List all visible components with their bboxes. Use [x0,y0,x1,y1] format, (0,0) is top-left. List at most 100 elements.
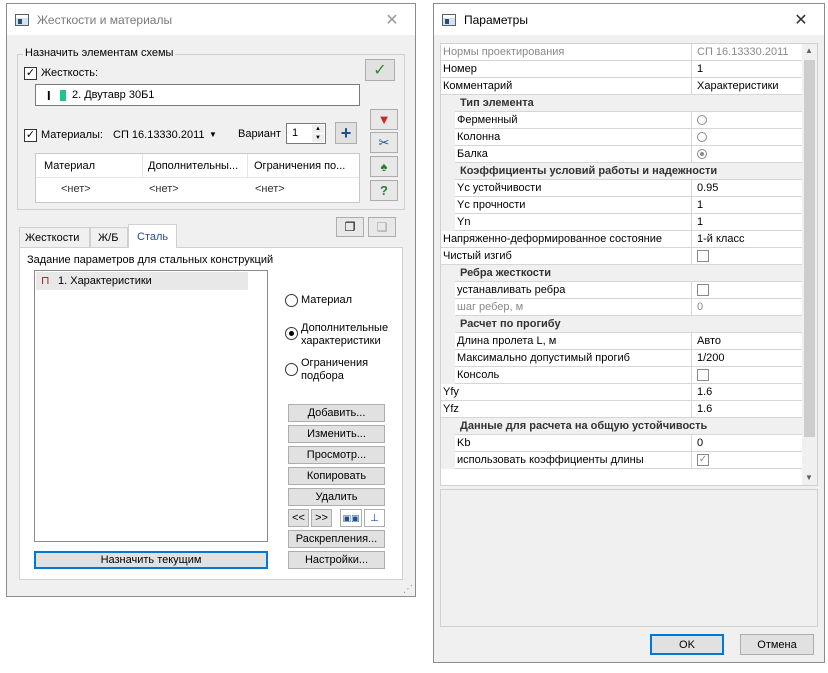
property-value[interactable]: 1/200 [697,352,725,364]
property-row[interactable]: Максимально допустимый прогиб 1/200 [441,350,803,367]
scrollbar-thumb[interactable] [804,60,815,437]
scroll-up-icon[interactable]: ▲ [805,46,813,55]
fastenings-button[interactable]: Раскрепления... [288,530,385,548]
table-header-limits[interactable]: Ограничения по... [254,160,345,172]
variant-spinner[interactable]: 1 ▲ ▼ [286,123,326,144]
delete-button[interactable]: Удалить [288,488,385,506]
resize-grip-icon[interactable]: ⋰ [403,584,413,595]
property-row[interactable]: Номер 1 [441,61,803,78]
add-material-button[interactable]: + [335,122,357,144]
filter-button[interactable]: ▼ [370,109,398,130]
property-row[interactable]: Kb 0 [441,435,803,452]
property-value[interactable]: 1 [697,63,703,75]
stiffness-field[interactable]: I 2. Двутавр 30Б1 [35,84,360,106]
plus-icon: + [340,123,352,143]
close-icon[interactable]: ✕ [369,4,415,35]
cancel-button[interactable]: Отмена [740,634,814,655]
close-icon[interactable]: ✕ [778,4,824,35]
property-value[interactable]: 1 [697,199,703,211]
radio-additional-characteristics[interactable] [285,327,298,340]
characteristics-list[interactable]: ⊓ 1. Характеристики [34,270,268,542]
radio-additional-label[interactable]: Дополнительные характеристики [301,322,401,348]
property-value[interactable]: Авто [697,335,721,347]
stiffness-checkbox[interactable]: ✓ [24,67,37,80]
table-header-additional[interactable]: Дополнительны... [148,160,238,172]
apply-checkmark-button[interactable]: ✓ [365,59,395,81]
property-row[interactable]: Колонна [441,129,803,146]
radio-material-label[interactable]: Материал [301,294,352,306]
add-button[interactable]: Добавить... [288,404,385,422]
property-value[interactable]: 1 [697,216,703,228]
view-button[interactable]: Просмотр... [288,446,385,464]
i-beam-icon: I [47,88,51,103]
property-radio[interactable] [697,149,707,159]
spinner-down-icon[interactable]: ▼ [312,134,324,142]
property-radio[interactable] [697,115,707,125]
table-header-material[interactable]: Материал [44,160,95,172]
spinner-up-icon[interactable]: ▲ [312,125,324,133]
column-divider [691,61,692,77]
property-row[interactable]: Комментарий Характеристики [441,78,803,95]
dimensions-button[interactable]: ▣▣ [340,509,362,527]
property-value[interactable]: 0 [697,301,703,313]
property-row[interactable]: устанавливать ребра [441,282,803,299]
stiffness-value: 2. Двутавр 30Б1 [72,89,155,101]
copy-button[interactable]: ❐ [336,217,364,237]
property-row[interactable]: Балка [441,146,803,163]
materials-norm-dropdown[interactable]: СП 16.13330.2011 [113,129,205,141]
property-value[interactable]: 1.6 [697,403,712,415]
property-row[interactable]: Yn 1 [441,214,803,231]
paste-button[interactable]: ❏ [368,217,396,237]
property-row[interactable]: Нормы проектирования СП 16.13330.2011 [441,44,803,61]
property-name: Ферменный [457,114,518,126]
ok-button[interactable]: OK [650,634,724,655]
property-row[interactable]: Напряженно-деформированное состояние 1-й … [441,231,803,248]
property-value[interactable]: 1-й класс [697,233,744,245]
materials-checkbox[interactable]: ✓ [24,129,37,142]
tab-reinforced-concrete[interactable]: Ж/Б [90,227,128,247]
chevron-down-icon[interactable]: ▼ [209,130,217,139]
scissors-button[interactable]: ✂ [370,132,398,153]
property-row[interactable]: Yfy 1.6 [441,384,803,401]
property-row[interactable]: шаг ребер, м 0 [441,299,803,316]
help-button[interactable]: ? [370,180,398,201]
table-row[interactable]: <нет> <нет> <нет> [36,180,359,200]
right-titlebar: Параметры ✕ [434,4,824,35]
property-row[interactable]: Ферменный [441,112,803,129]
prev-button[interactable]: << [288,509,309,527]
settings-button[interactable]: Настройки... [288,551,385,569]
property-radio[interactable] [697,132,707,142]
copy-item-button[interactable]: Копировать [288,467,385,485]
brush-button[interactable]: ♠ [370,156,398,177]
property-row[interactable]: использовать коэффициенты длины ✓ [441,452,803,469]
property-value[interactable]: СП 16.13330.2011 [697,46,789,58]
property-row[interactable]: Консоль [441,367,803,384]
property-value[interactable]: Характеристики [697,80,779,92]
radio-selection-limits[interactable] [285,363,298,376]
property-value[interactable]: 1.6 [697,386,712,398]
property-checkbox[interactable] [697,369,709,381]
property-checkbox[interactable] [697,250,709,262]
property-name: Ребра жесткости [460,267,552,279]
property-name: Yn [457,216,471,228]
tab-stiffness[interactable]: Жесткости [19,227,90,247]
axis-button[interactable]: ⊥ [364,509,385,527]
property-value[interactable]: 0 [697,437,703,449]
tab-steel[interactable]: Сталь [128,224,177,248]
property-row[interactable]: Yc прочности 1 [441,197,803,214]
property-checkbox[interactable]: ✓ [697,454,709,466]
property-row[interactable]: Yfz 1.6 [441,401,803,418]
property-checkbox[interactable] [697,284,709,296]
property-row[interactable]: Yc устойчивости 0.95 [441,180,803,197]
property-value[interactable]: 0.95 [697,182,718,194]
radio-limits-label[interactable]: Ограничения подбора [301,357,391,383]
scroll-down-icon[interactable]: ▼ [805,473,813,482]
property-row[interactable]: Длина пролета L, м Авто [441,333,803,350]
radio-material[interactable] [285,294,298,307]
list-item[interactable]: ⊓ 1. Характеристики [36,272,248,290]
edit-button[interactable]: Изменить... [288,425,385,443]
next-button[interactable]: >> [311,509,332,527]
assign-current-button[interactable]: Назначить текущим [34,551,268,569]
scrollbar[interactable]: ▲ ▼ [802,44,817,485]
property-row[interactable]: Чистый изгиб [441,248,803,265]
